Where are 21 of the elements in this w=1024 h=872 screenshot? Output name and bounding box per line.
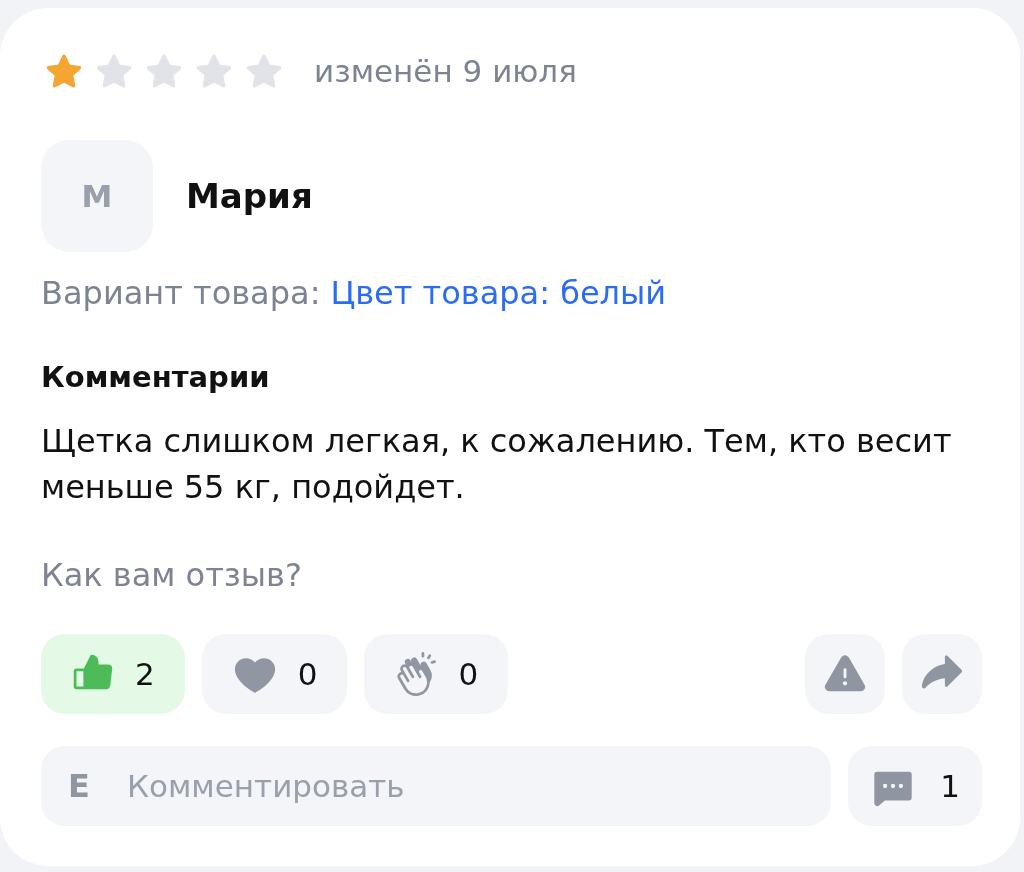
reaction-button[interactable]: 0 bbox=[364, 634, 509, 714]
reaction-button[interactable]: 2 bbox=[41, 634, 185, 714]
star-icon bbox=[195, 52, 233, 90]
variant-link[interactable]: Цвет товара: белый bbox=[330, 273, 667, 313]
reaction-button[interactable]: 0 bbox=[201, 634, 348, 714]
report-button[interactable] bbox=[805, 634, 885, 714]
avatar: М bbox=[41, 140, 153, 252]
review-date: изменён 9 июля bbox=[314, 52, 577, 90]
author-name: Мария bbox=[186, 176, 313, 216]
star-icon bbox=[145, 52, 183, 90]
star-icon bbox=[245, 52, 283, 90]
clapping-hands-icon bbox=[394, 652, 439, 696]
feedback-prompt: Как вам отзыв? bbox=[41, 555, 302, 595]
review-text: Щетка слишком легкая, к сожалению. Тем, кто весит меньше 55 кг, подойдет. bbox=[41, 421, 953, 508]
comments-button[interactable]: 1 bbox=[848, 746, 982, 826]
star-icon bbox=[95, 52, 133, 90]
user-initial: Е bbox=[68, 767, 90, 805]
star-icon bbox=[45, 52, 83, 90]
variant-label: Вариант товара: bbox=[41, 273, 321, 313]
share-button[interactable] bbox=[902, 634, 982, 714]
comments-heading: Комментарии bbox=[41, 359, 270, 395]
